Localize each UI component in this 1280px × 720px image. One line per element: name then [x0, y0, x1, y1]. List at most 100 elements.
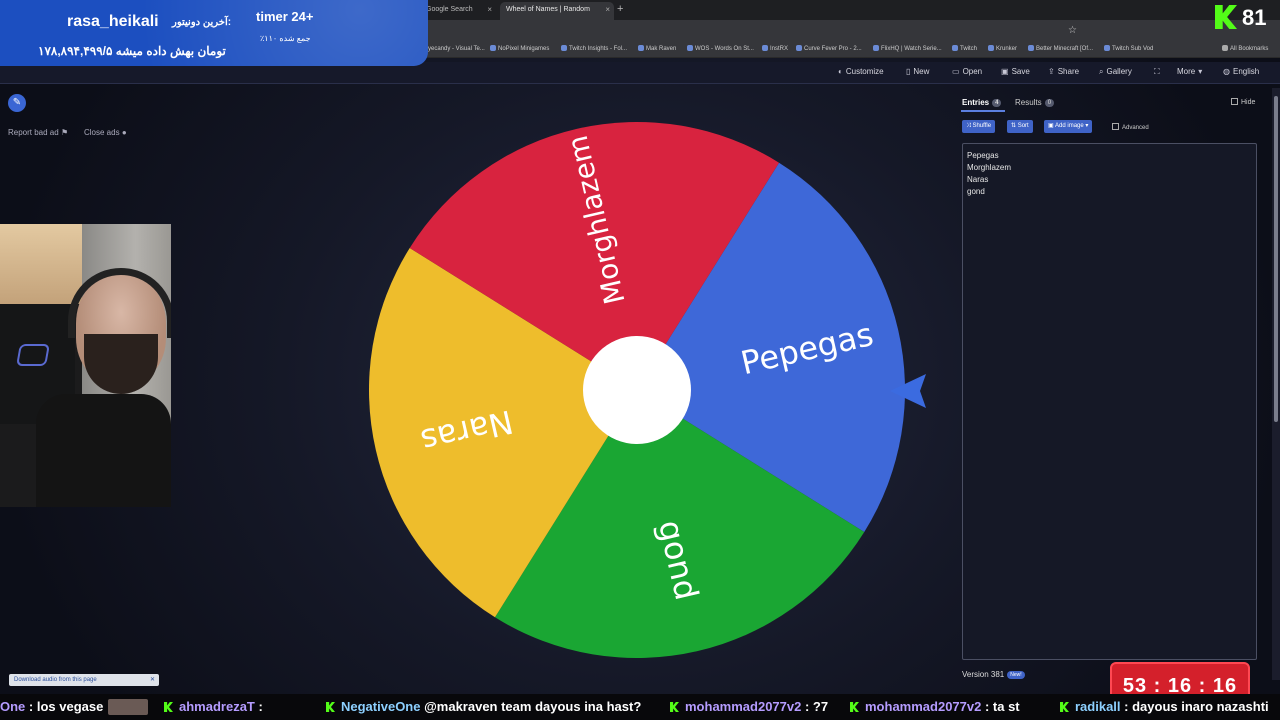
checkbox-icon [1231, 98, 1238, 105]
chevron-down-icon: ▾ [1083, 123, 1089, 129]
download-audio-link[interactable]: Download audio from this page [14, 677, 97, 683]
bookmark-icon [762, 45, 768, 51]
chat-message: One : los vegase [0, 699, 104, 714]
tab-results[interactable]: Results 0 [1015, 98, 1055, 107]
more-button[interactable]: More ▾ [1177, 67, 1205, 76]
chat-message: NegativeOne @makraven team dayous ina ha… [326, 699, 641, 714]
shuffle-button[interactable]: ⤨ Shuffle [962, 120, 996, 133]
bookmark-item[interactable]: WOS - Words On St... [687, 45, 754, 52]
viewer-badge: 81 [1212, 2, 1278, 32]
palette-icon: ◐ [838, 67, 843, 76]
bookmark-icon [1104, 45, 1110, 51]
tab-close-icon[interactable]: × [605, 2, 610, 18]
bookmark-item[interactable]: Twitch Insights - Fol... [561, 45, 627, 52]
share-button[interactable]: ⇪ Share [1048, 67, 1079, 76]
kick-icon [1060, 702, 1069, 712]
kick-icon [670, 702, 679, 712]
all-bookmarks[interactable]: All Bookmarks [1222, 45, 1268, 52]
bookmark-item[interactable]: Twitch Sub Vod [1104, 45, 1153, 52]
entries-textarea[interactable]: Pepegas Morghlazem Naras gond [962, 143, 1257, 660]
gallery-button[interactable]: ⌕ Gallery [1099, 67, 1132, 77]
tab-title: Wheel of Names | Random [506, 6, 590, 13]
wheel-of-names[interactable]: Pepegas gond Naras Morghlazem [368, 121, 906, 659]
tab-title: Google Search [426, 6, 473, 13]
bookmark-icon [988, 45, 994, 51]
entry-line: Morghlazem [967, 163, 1012, 172]
new-tab-icon[interactable]: + [617, 3, 623, 15]
fullscreen-button[interactable]: ⛶ [1154, 67, 1163, 77]
version-label[interactable]: Version 381 New! [962, 670, 1025, 679]
entries-panel: Entries 4 Results 0 Hide ⤨ Shuffle ⇅ Sort … [955, 90, 1272, 682]
language-button[interactable]: ◍ English [1223, 67, 1259, 76]
close-ads-link[interactable]: Close ads ● [84, 128, 127, 137]
bookmark-icon [490, 45, 496, 51]
pencil-icon: ✎ [12, 97, 22, 108]
checkbox-icon [1112, 123, 1119, 130]
save-button[interactable]: ▣ Save [1001, 67, 1030, 76]
kick-icon [326, 702, 335, 712]
streamer-body [36, 394, 171, 507]
entry-line: gond [967, 187, 985, 196]
wheel-center-hub[interactable] [583, 336, 691, 444]
donation-overlay: rasa_heikali آخرین دونیتور: ۱۷۸,۸۹۴,۴۹۹/… [0, 0, 428, 66]
bookmark-icon [561, 45, 567, 51]
wheel-pointer-icon [890, 374, 926, 408]
donor-label: آخرین دونیتور: [172, 17, 232, 28]
entries-count-badge: 4 [992, 99, 1002, 107]
entry-line: Naras [967, 175, 989, 184]
bookmark-item[interactable]: Mak Raven [638, 45, 676, 52]
advanced-checkbox[interactable]: Advanced [1112, 123, 1149, 131]
new-badge: New! [1007, 671, 1025, 679]
share-icon: ⇪ [1048, 67, 1055, 76]
pointer-shape [890, 374, 926, 408]
bookmark-item[interactable]: Twitch [952, 45, 977, 52]
globe-icon: ◍ [1223, 67, 1230, 76]
chat-message: radikall : dayous inaro nazashti [1060, 699, 1269, 714]
edit-pencil-button[interactable]: ✎ [8, 94, 26, 112]
results-count-badge: 0 [1044, 99, 1055, 107]
bookmark-item[interactable]: InstRX [762, 45, 788, 52]
bookmark-icon [796, 45, 802, 51]
download-audio-bar[interactable]: Download audio from this page ✕ [9, 674, 159, 686]
save-icon: ▣ [1001, 67, 1009, 76]
tab-entries[interactable]: Entries 4 [962, 98, 1002, 107]
new-button[interactable]: ▯ New [906, 67, 929, 76]
bookmark-icon [952, 45, 958, 51]
bookmark-item[interactable]: Better Minecraft [Of... [1028, 45, 1093, 52]
folder-icon [1222, 45, 1228, 51]
bookmark-icon [687, 45, 693, 51]
timer-progress: ٪۱۱۰ جمع شده [260, 34, 311, 43]
hide-checkbox[interactable]: Hide [1231, 98, 1255, 106]
emote-image [108, 699, 148, 715]
bookmark-item[interactable]: Curve Fever Pro - 2... [796, 45, 862, 52]
file-icon: ▯ [906, 67, 911, 76]
image-icon: ▣ [1048, 123, 1056, 129]
star-icon[interactable]: ☆ [1068, 25, 1077, 36]
report-bad-ad-link[interactable]: Report bad ad ⚑ [8, 128, 68, 137]
scrollbar-thumb[interactable] [1274, 96, 1278, 422]
chat-message: ahmadrezaT : [164, 699, 263, 714]
close-icon[interactable]: ✕ [150, 674, 155, 686]
chat-message: mohammad2077v2 : ta st [850, 699, 1020, 714]
search-icon: ⌕ [1099, 67, 1104, 76]
timer-label: timer 24+ [256, 9, 314, 24]
bookmark-item[interactable]: FlixHQ | Watch Serie... [873, 45, 942, 52]
bookmark-item[interactable]: Krunker [988, 45, 1017, 52]
bookmark-icon [1028, 45, 1034, 51]
donor-name: rasa_heikali [67, 13, 159, 30]
sort-button[interactable]: ⇅ Sort [1007, 120, 1033, 133]
tab-close-icon[interactable]: × [487, 2, 492, 18]
fullscreen-icon: ⛶ [1154, 67, 1160, 76]
close-circle-icon: ● [121, 128, 127, 137]
bookmark-item[interactable]: NoPixel Minigames [490, 45, 549, 52]
customize-button[interactable]: ◐ Customize [838, 67, 884, 76]
chair-logo [16, 344, 50, 366]
active-tab-indicator [961, 110, 1005, 112]
browser-tab-google-search[interactable]: Google Search × [420, 2, 496, 20]
open-button[interactable]: ▭ Open [952, 67, 982, 76]
bookmark-icon [873, 45, 879, 51]
wheel-canvas[interactable]: PepegasgondNarasMorghlazem [368, 121, 906, 659]
kick-icon [850, 702, 859, 712]
browser-tab-wheel-of-names[interactable]: Wheel of Names | Random × [500, 2, 614, 20]
add-image-button[interactable]: ▣ Add image ▾ [1044, 120, 1093, 133]
